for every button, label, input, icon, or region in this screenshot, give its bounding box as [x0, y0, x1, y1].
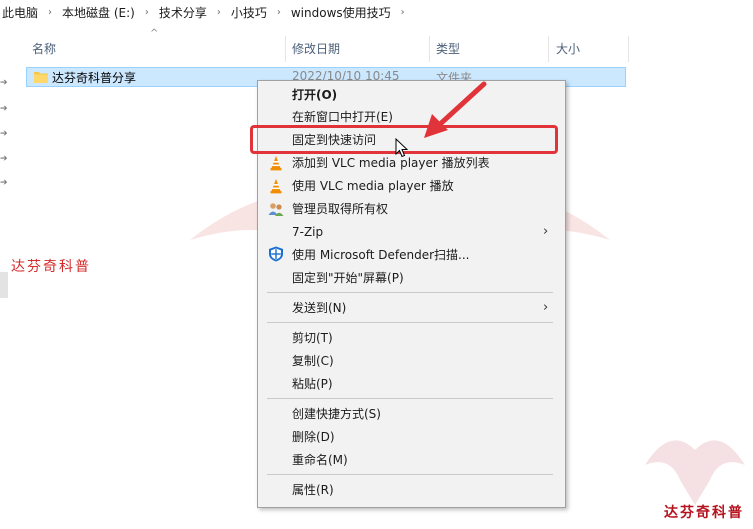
column-divider[interactable] — [285, 36, 286, 62]
menu-item-copy[interactable]: 复制(C) — [292, 351, 334, 371]
column-header-date[interactable]: 修改日期 — [292, 38, 427, 60]
breadcrumb-separator[interactable]: › — [393, 7, 413, 18]
submenu-arrow-icon: › — [543, 224, 549, 239]
breadcrumb-tips[interactable]: 小技巧 — [229, 4, 269, 21]
menu-item-defender-scan[interactable]: 使用 Microsoft Defender扫描... — [292, 245, 469, 265]
menu-item-vlc-play[interactable]: 使用 VLC media player 播放 — [292, 176, 454, 196]
breadcrumb-windows-tips[interactable]: windows使用技巧 — [289, 4, 393, 21]
menu-item-vlc-add-playlist[interactable]: 添加到 VLC media player 播放列表 — [292, 153, 490, 173]
column-header-name[interactable]: 名称 — [32, 38, 282, 60]
breadcrumb-separator[interactable]: › — [269, 7, 289, 18]
menu-item-delete[interactable]: 删除(D) — [292, 427, 335, 447]
menu-item-7zip[interactable]: 7-Zip — [292, 222, 323, 242]
menu-separator — [267, 474, 553, 475]
menu-item-create-shortcut[interactable]: 创建快捷方式(S) — [292, 404, 381, 424]
pin-icon[interactable]: ➔ — [0, 178, 8, 188]
breadcrumb-drive-e[interactable]: 本地磁盘 (E:) — [60, 4, 137, 21]
menu-item-send-to[interactable]: 发送到(N) — [292, 298, 346, 318]
menu-item-take-ownership[interactable]: 管理员取得所有权 — [292, 199, 388, 219]
pin-icon[interactable]: ➔ — [0, 154, 8, 164]
menu-item-pin-start[interactable]: 固定到"开始"屏幕(P) — [292, 268, 404, 288]
submenu-arrow-icon: › — [543, 300, 549, 315]
menu-item-paste[interactable]: 粘贴(P) — [292, 374, 333, 394]
annotation-arrow — [424, 81, 487, 138]
menu-item-cut[interactable]: 剪切(T) — [292, 328, 333, 348]
admin-users-icon — [268, 203, 284, 216]
defender-shield-icon — [269, 246, 283, 262]
pin-icon[interactable]: ➔ — [0, 129, 8, 139]
menu-item-properties[interactable]: 属性(R) — [292, 480, 334, 500]
menu-separator — [267, 398, 553, 399]
menu-item-open-new-window[interactable]: 在新窗口中打开(E) — [292, 107, 393, 127]
watermark-decoration-corner — [645, 440, 745, 505]
column-header-size[interactable]: 大小 — [556, 38, 622, 60]
menu-item-open[interactable]: 打开(O) — [292, 85, 337, 105]
column-divider[interactable] — [548, 36, 549, 62]
breadcrumb-tech-share[interactable]: 技术分享 — [157, 4, 209, 21]
breadcrumb-separator[interactable]: › — [209, 7, 229, 18]
breadcrumb-this-pc[interactable]: 此电脑 — [0, 4, 40, 21]
breadcrumb-separator[interactable]: › — [40, 7, 60, 18]
column-divider[interactable] — [628, 36, 629, 62]
watermark-text-corner: 达芬奇科普 — [664, 505, 744, 521]
pin-icon[interactable]: ➔ — [0, 78, 8, 88]
vlc-icon — [270, 179, 282, 194]
watermark-text: 达芬奇科普 — [11, 259, 91, 275]
mouse-cursor-icon — [395, 138, 409, 158]
menu-separator — [267, 322, 553, 323]
vlc-icon — [270, 156, 282, 171]
breadcrumb-separator[interactable]: › — [137, 7, 157, 18]
nav-pane-scrollbar[interactable] — [0, 272, 8, 298]
folder-icon — [34, 72, 48, 83]
menu-item-rename[interactable]: 重命名(M) — [292, 450, 348, 470]
pin-icon[interactable]: ➔ — [0, 104, 8, 114]
breadcrumb: 此电脑 › 本地磁盘 (E:) › 技术分享 › 小技巧 › windows使用… — [0, 0, 753, 24]
file-name[interactable]: 达芬奇科普分享 — [52, 69, 136, 86]
column-divider[interactable] — [429, 36, 430, 62]
menu-separator — [267, 292, 553, 293]
column-header-type[interactable]: 类型 — [436, 38, 546, 60]
